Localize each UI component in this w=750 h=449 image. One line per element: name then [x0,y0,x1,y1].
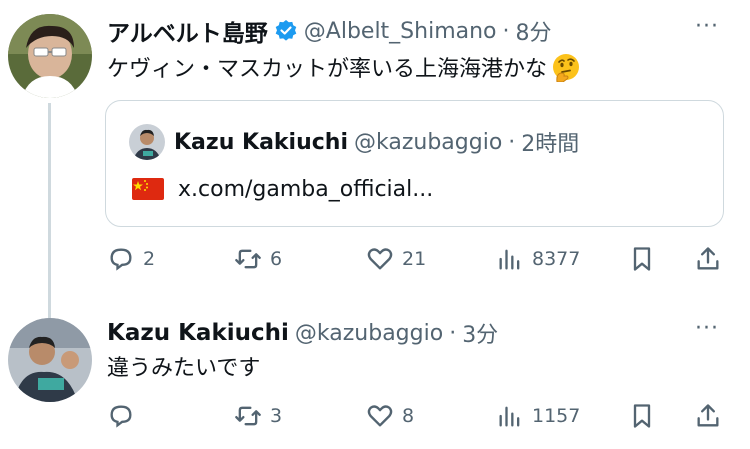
retweet-icon [235,406,261,426]
like-button[interactable]: 21 [366,245,426,273]
avatar[interactable] [8,14,92,98]
quote-display-name: Kazu Kakiuchi [174,129,348,155]
retweet-icon [235,249,261,269]
timestamp[interactable]: 3分 [462,317,498,349]
share-button[interactable] [694,402,722,430]
quote-separator-dot: · [508,129,516,155]
quote-header: Kazu Kakiuchi @kazubaggio · 2時間 [174,125,579,159]
like-count: 21 [402,248,427,270]
bookmark-button[interactable] [628,245,656,273]
views-icon [499,249,520,270]
quote-avatar [129,124,165,160]
display-name[interactable]: アルベルト島野 [107,14,268,48]
quote-card[interactable]: Kazu Kakiuchi @kazubaggio · 2時間 x.com/ga… [105,100,724,227]
like-button[interactable]: 8 [366,402,414,430]
tweet-header: Kazu Kakiuchi @kazubaggio · 3分 [107,316,498,350]
bookmark-button[interactable] [628,402,656,430]
views-button[interactable]: 1157 [496,402,580,430]
more-options-icon[interactable]: ··· [695,316,719,341]
cn-flag-icon [132,178,164,200]
avatar[interactable] [8,318,92,402]
quote-handle: @kazubaggio [354,129,503,155]
retweet-count: 6 [270,248,283,270]
heart-icon [367,405,393,427]
handle[interactable]: @Albelt_Shimano [304,19,497,44]
quote-body: x.com/gamba_official... [132,173,433,205]
handle[interactable]: @kazubaggio [295,321,443,346]
retweet-count: 3 [270,405,283,427]
tweet-text: ケヴィン・マスカットが率いる上海海港かな [107,50,581,84]
quote-timestamp: 2時間 [521,132,580,157]
timestamp[interactable]: 8分 [516,15,552,47]
display-name[interactable]: Kazu Kakiuchi [107,320,289,346]
retweet-button[interactable]: 3 [234,402,282,430]
retweet-button[interactable]: 6 [234,245,282,273]
more-options-icon[interactable]: ··· [695,14,719,39]
share-button[interactable] [694,245,722,273]
share-icon [697,247,719,270]
tweet-text: 違うみたいです [107,356,261,381]
heart-icon [367,248,393,270]
thread-line [48,103,51,318]
quote-link-text[interactable]: x.com/gamba_official... [178,177,433,202]
views-icon [499,406,520,427]
reply-button[interactable] [107,402,143,430]
share-icon [697,404,719,427]
view-count: 1157 [532,405,581,427]
reply-icon [110,405,132,428]
tweet-text-content: ケヴィン・マスカットが率いる上海海港かな [107,57,548,82]
separator-dot: · [449,320,457,346]
tweet-header: アルベルト島野 @Albelt_Shimano · 8分 [107,14,552,48]
verified-badge-icon [274,19,298,43]
reply-count: 2 [143,248,156,270]
reply-icon [110,248,132,271]
views-button[interactable]: 8377 [496,245,580,273]
like-count: 8 [402,405,415,427]
view-count: 8377 [532,248,581,270]
separator-dot: · [502,18,510,44]
thinking-face-icon [551,52,581,82]
reply-button[interactable]: 2 [107,245,155,273]
bookmark-icon [633,404,651,428]
bookmark-icon [633,247,651,271]
